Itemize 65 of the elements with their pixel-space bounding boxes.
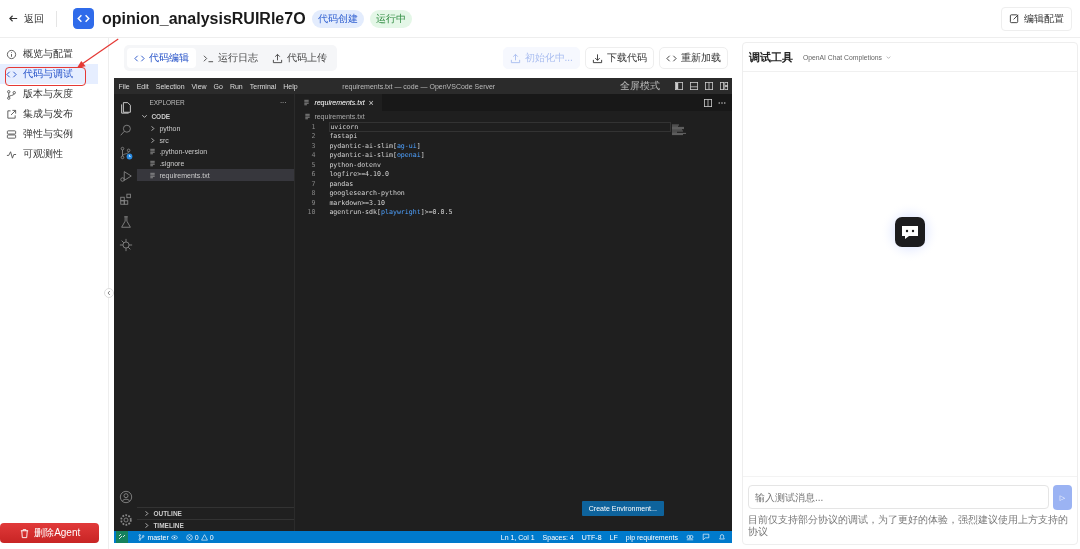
collapse-handle-icon[interactable] (104, 288, 115, 298)
chevron-down-icon (141, 113, 149, 121)
info-icon (6, 48, 17, 60)
back-arrow-icon (8, 13, 19, 24)
fullscreen-link[interactable]: 全屏模式 (619, 79, 660, 93)
tab[interactable]: 运行日志 (196, 48, 266, 68)
file-lines-icon (304, 113, 312, 120)
link-icon (6, 108, 17, 120)
settings-icon[interactable] (118, 513, 133, 527)
panel-title: 调试工具 (748, 49, 793, 65)
agent-title: opinion_analysisRUIRle7O (102, 9, 306, 28)
sidebar-item[interactable]: 概览与配置 (0, 44, 99, 64)
branch-icon (6, 88, 17, 100)
tab[interactable]: 代码上传 (265, 48, 335, 68)
run-debug-icon[interactable] (118, 169, 133, 183)
pulse-icon (6, 148, 17, 160)
hint-text: 目前仅支持部分协议的调试，为了更好的体验，强烈建议使用上方支持的协议 (747, 514, 1069, 538)
feedback-icon[interactable] (701, 533, 710, 541)
upload-icon (509, 52, 521, 64)
edit-config-button[interactable]: 编辑配置 (1001, 6, 1072, 31)
download-button[interactable]: 下载代码 (584, 47, 654, 69)
sidebar-toggle-icon[interactable] (674, 82, 683, 90)
flask-icon[interactable] (118, 215, 133, 229)
download-icon (591, 52, 603, 64)
status-badge: 运行中 (369, 9, 412, 28)
code-logo-icon (73, 8, 94, 29)
copilot-icon[interactable] (685, 533, 694, 541)
back-button[interactable]: 返回 (8, 11, 44, 26)
reload-button[interactable]: 重新加载 (658, 47, 728, 69)
file-lines-icon (303, 99, 311, 106)
source-badge: 代码创建 (311, 9, 364, 28)
notifications-icon[interactable] (717, 533, 726, 541)
files-icon[interactable] (118, 100, 133, 114)
edit-icon (1009, 13, 1020, 24)
error-icon (185, 533, 193, 541)
upload-icon (272, 52, 284, 64)
account-icon[interactable] (118, 490, 133, 504)
sidebar-item[interactable]: 代码与调试 (0, 64, 99, 84)
file-lines-icon (149, 160, 157, 168)
layout-icon[interactable] (719, 82, 728, 90)
sync-icon (170, 533, 178, 541)
sidebar-item[interactable]: 版本与灰度 (0, 84, 99, 104)
tab[interactable]: 代码编辑 (127, 48, 197, 68)
sidebar-item[interactable]: 弹性与实例 (0, 124, 99, 144)
warning-icon (200, 533, 208, 541)
sidebar-item[interactable]: 集成与发布 (0, 104, 99, 124)
panel-toggle-icon[interactable] (689, 82, 698, 90)
message-input[interactable]: 输入测试消息... (747, 485, 1049, 509)
split-layout-icon[interactable] (704, 82, 713, 90)
extensions-icon[interactable] (118, 192, 133, 206)
branch-icon (138, 533, 146, 541)
trash-icon (19, 527, 31, 539)
file-lines-icon (149, 148, 157, 156)
close-tab-button[interactable]: × (368, 97, 374, 108)
source-control-icon[interactable] (118, 146, 133, 160)
terminal-icon (203, 52, 215, 64)
annotation-arrow (76, 38, 120, 70)
file-lines-icon (149, 171, 157, 179)
chevron-down-icon (884, 53, 892, 61)
delete-agent-button[interactable]: 删除Agent (0, 523, 100, 543)
split-editor-icon[interactable] (703, 98, 712, 107)
search-icon[interactable] (118, 123, 133, 137)
stack-icon (6, 128, 17, 140)
sidebar-item[interactable]: 可观测性 (0, 144, 99, 164)
remote-icon[interactable] (114, 531, 131, 543)
